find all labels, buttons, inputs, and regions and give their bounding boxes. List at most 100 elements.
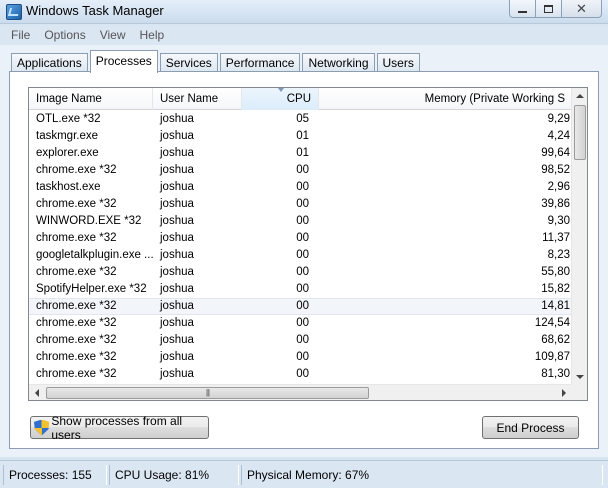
menu-help[interactable]: Help — [133, 25, 172, 45]
process-row[interactable]: chrome.exe *32 joshua 00 55,80 — [29, 264, 572, 281]
tab-applications[interactable]: Applications — [11, 53, 88, 72]
process-user-name: joshua — [160, 113, 194, 125]
process-cpu: 00 — [296, 368, 309, 380]
column-user-name[interactable]: User Name — [153, 88, 242, 110]
process-user-name: joshua — [160, 164, 194, 176]
process-image-name: googletalkplugin.exe ... — [36, 249, 153, 261]
menu-file[interactable]: File — [4, 25, 37, 45]
process-row[interactable]: chrome.exe *32 joshua 00 11,37 — [29, 230, 572, 247]
process-memory: 98,52 — [541, 164, 570, 176]
process-image-name: taskhost.exe — [36, 181, 101, 193]
process-row[interactable]: chrome.exe *32 joshua 00 68,62 — [29, 332, 572, 349]
tab-processes[interactable]: Processes — [89, 50, 158, 73]
process-cpu: 00 — [296, 181, 309, 193]
process-row[interactable]: WINWORD.EXE *32 joshua 00 9,30 — [29, 213, 572, 230]
process-memory: 4,24 — [547, 130, 570, 142]
tab-users[interactable]: Users — [376, 53, 420, 72]
process-row[interactable]: chrome.exe *32 joshua 00 98,52 — [29, 162, 572, 179]
process-memory: 2,96 — [547, 181, 570, 193]
task-manager-icon — [6, 4, 22, 20]
tab-performance[interactable]: Performance — [219, 53, 301, 72]
show-all-processes-button[interactable]: Show processes from all users — [30, 414, 209, 442]
process-memory: 15,82 — [541, 283, 570, 295]
process-user-name: joshua — [160, 300, 194, 312]
status-processes: Processes: 155 — [3, 465, 107, 485]
column-image-name[interactable]: Image Name — [29, 88, 153, 110]
process-row[interactable]: taskmgr.exe joshua 01 4,24 — [29, 128, 572, 145]
process-row[interactable]: SpotifyHelper.exe *32 joshua 00 15,82 — [29, 281, 572, 298]
arrow-left-icon — [35, 389, 39, 397]
scroll-up-button[interactable] — [572, 88, 587, 104]
process-row[interactable]: chrome.exe *32 joshua 00 109,87 — [29, 349, 572, 366]
process-image-name: chrome.exe *32 — [36, 232, 117, 244]
process-memory: 9,29 — [547, 113, 570, 125]
process-user-name: joshua — [160, 232, 194, 244]
process-user-name: joshua — [160, 334, 194, 346]
end-process-button[interactable]: End Process — [482, 416, 579, 439]
process-user-name: joshua — [160, 181, 194, 193]
close-button[interactable]: ✕ — [562, 0, 602, 18]
process-row[interactable]: chrome.exe *32 joshua 00 124,54 — [29, 315, 572, 332]
vertical-scrollbar[interactable] — [571, 88, 587, 385]
process-image-name: WINWORD.EXE *32 — [36, 215, 142, 227]
processes-panel: Image Name User Name CPU Memory (Private… — [9, 71, 599, 449]
process-cpu: 00 — [296, 283, 309, 295]
horizontal-scrollbar[interactable]: ||| — [29, 384, 572, 400]
process-cpu: 00 — [296, 300, 309, 312]
title-bar[interactable]: Windows Task Manager ✕ — [0, 0, 608, 24]
process-cpu: 05 — [296, 113, 309, 125]
menu-options[interactable]: Options — [37, 25, 92, 45]
process-cpu: 00 — [296, 317, 309, 329]
process-row[interactable]: googletalkplugin.exe ... joshua 00 8,23 — [29, 247, 572, 264]
status-bar: Processes: 155 CPU Usage: 81% Physical M… — [0, 460, 608, 488]
process-row[interactable]: chrome.exe *32 joshua 00 39,86 — [29, 196, 572, 213]
maximize-button[interactable] — [536, 0, 562, 18]
grip-icon: ||| — [205, 388, 210, 397]
process-cpu: 01 — [296, 147, 309, 159]
sort-descending-icon — [278, 88, 284, 92]
process-user-name: joshua — [160, 215, 194, 227]
menu-view[interactable]: View — [93, 25, 133, 45]
process-memory: 14,81 — [541, 300, 570, 312]
scroll-left-button[interactable] — [29, 385, 45, 400]
arrow-right-icon — [562, 389, 566, 397]
minimize-button[interactable] — [509, 0, 536, 18]
tab-strip: Applications Processes Services Performa… — [11, 50, 422, 73]
column-cpu[interactable]: CPU — [242, 88, 319, 110]
process-cpu: 00 — [296, 198, 309, 210]
column-memory[interactable]: Memory (Private Working S — [319, 88, 572, 110]
process-cpu: 01 — [296, 130, 309, 142]
arrow-down-icon — [576, 375, 584, 379]
process-rows: OTL.exe *32 joshua 05 9,29 taskmgr.exe joshua… — [29, 111, 572, 386]
uac-shield-icon — [34, 419, 50, 436]
window-title: Windows Task Manager — [26, 3, 164, 18]
vertical-scroll-thumb[interactable] — [574, 105, 586, 160]
process-cpu: 00 — [296, 164, 309, 176]
process-row[interactable]: OTL.exe *32 joshua 05 9,29 — [29, 111, 572, 128]
process-image-name: chrome.exe *32 — [36, 334, 117, 346]
tab-services[interactable]: Services — [159, 53, 218, 72]
tab-networking[interactable]: Networking — [302, 53, 375, 72]
process-memory: 124,54 — [534, 317, 570, 329]
process-row[interactable]: chrome.exe *32 joshua 00 14,81 — [29, 298, 572, 315]
process-image-name: taskmgr.exe — [36, 130, 98, 142]
process-row[interactable]: taskhost.exe joshua 00 2,96 — [29, 179, 572, 196]
window-controls: ✕ — [509, 0, 602, 19]
process-cpu: 00 — [296, 215, 309, 227]
process-list[interactable]: Image Name User Name CPU Memory (Private… — [28, 87, 588, 401]
process-user-name: joshua — [160, 283, 194, 295]
process-memory: 11,37 — [542, 232, 570, 244]
scroll-right-button[interactable] — [556, 385, 572, 400]
process-memory: 39,86 — [541, 198, 570, 210]
process-row[interactable]: chrome.exe *32 joshua 00 81,30 — [29, 366, 572, 383]
process-image-name: chrome.exe *32 — [36, 317, 117, 329]
process-image-name: chrome.exe *32 — [36, 164, 117, 176]
scroll-down-button[interactable] — [572, 369, 587, 385]
process-memory: 99,64 — [541, 147, 570, 159]
process-row[interactable]: explorer.exe joshua 01 99,64 — [29, 145, 572, 162]
process-memory: 68,62 — [541, 334, 570, 346]
client-area: Applications Processes Services Performa… — [0, 45, 608, 457]
process-image-name: OTL.exe *32 — [36, 113, 101, 125]
process-user-name: joshua — [160, 351, 194, 363]
horizontal-scroll-thumb[interactable]: ||| — [46, 387, 369, 399]
